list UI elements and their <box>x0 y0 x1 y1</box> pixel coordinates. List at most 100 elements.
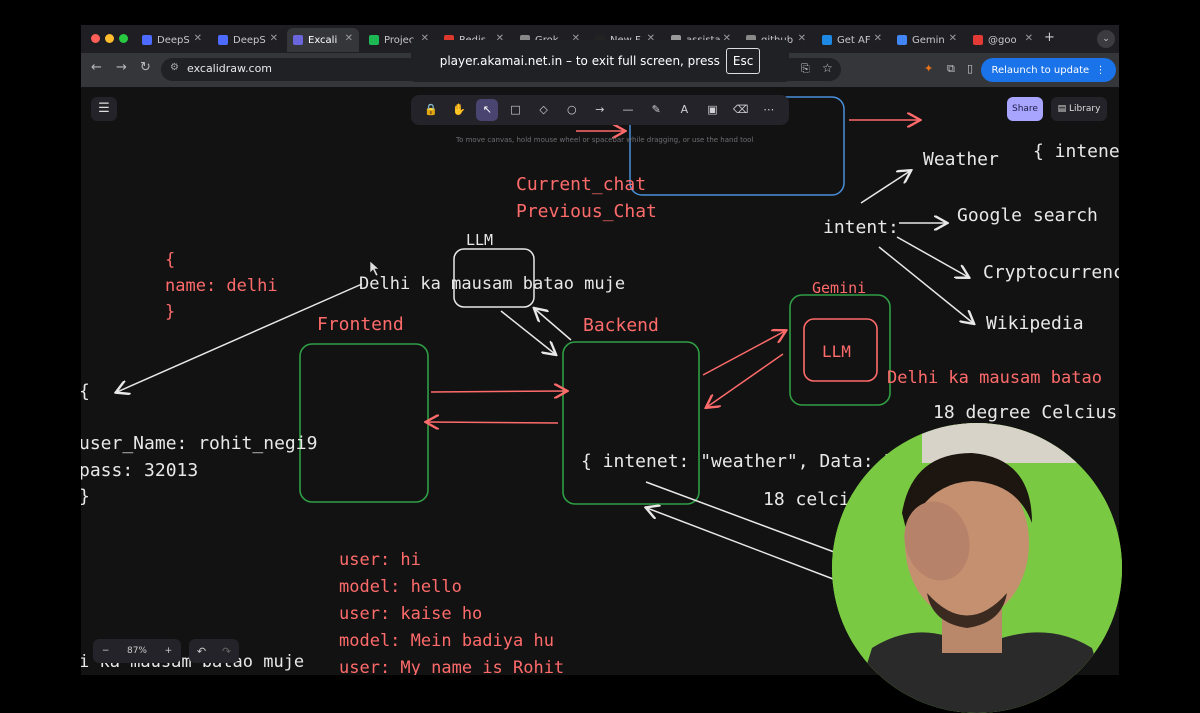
share-button[interactable]: Share <box>1007 97 1043 121</box>
browser-tab[interactable]: DeepS ✕ <box>136 28 208 52</box>
login-open-brace[interactable]: { <box>81 381 90 402</box>
shapes-icon[interactable]: ⋯ <box>758 99 780 121</box>
intent-wiki-text[interactable]: Wikipedia <box>986 313 1084 334</box>
undo-icon[interactable]: ↶ <box>197 645 206 658</box>
library-button[interactable]: ▤ Library <box>1051 97 1107 121</box>
reload-icon[interactable]: ↻ <box>140 60 151 75</box>
gemini-llm-label[interactable]: LLM <box>822 342 851 361</box>
chat-line[interactable]: user: kaise ho <box>339 604 482 624</box>
redo-icon[interactable]: ↷ <box>222 645 231 658</box>
new-tab-button[interactable]: + <box>1044 30 1055 45</box>
tab-favicon-icon <box>218 35 228 45</box>
select-icon[interactable]: ↖ <box>476 99 499 121</box>
rectangle-icon[interactable]: □ <box>504 99 526 121</box>
bookmark-star-icon[interactable]: ☆ <box>822 61 833 75</box>
intent-label[interactable]: intent: <box>823 217 899 238</box>
minimize-window-button[interactable] <box>105 34 114 43</box>
arrow-icon[interactable]: → <box>589 99 611 121</box>
tab-close-icon[interactable]: ✕ <box>874 33 882 44</box>
llm-top-label[interactable]: LLM <box>466 231 493 249</box>
chat-line[interactable]: model: Mein badiya hu <box>339 631 554 651</box>
tab-close-icon[interactable]: ✕ <box>194 33 202 44</box>
arrow-msg-to-json[interactable] <box>117 283 363 392</box>
current-chat-label[interactable]: Current_chat <box>516 174 646 195</box>
tab-label: Get AF <box>837 34 871 46</box>
gemini-label[interactable]: Gemini <box>812 279 866 297</box>
tab-close-icon[interactable]: ✕ <box>1025 33 1033 44</box>
pencil-icon[interactable]: ✎ <box>645 99 667 121</box>
chat-line[interactable]: model: hello <box>339 577 462 597</box>
arrow-llm-to-backend[interactable] <box>500 310 555 354</box>
arrow-gemini-to-backend[interactable] <box>707 353 784 407</box>
browser-tab[interactable]: Excali ✕ <box>287 28 359 52</box>
browser-tab[interactable]: @goo ✕ <box>967 28 1039 52</box>
share-page-icon[interactable]: ⎘ <box>801 62 810 76</box>
close-window-button[interactable] <box>91 34 100 43</box>
tab-close-icon[interactable]: ✕ <box>949 33 957 44</box>
canvas-hint: To move canvas, hold mouse wheel or spac… <box>456 136 754 144</box>
temperature-reply-text[interactable]: 18 degree Celcius <box>933 402 1117 423</box>
json-open-brace[interactable]: { <box>165 250 175 270</box>
intent-crypto-text[interactable]: Cryptocurrenc <box>983 262 1119 283</box>
backend-json-text[interactable]: { intenet: "weather", Data: D <box>581 451 895 472</box>
image-icon[interactable]: ▣ <box>701 99 723 121</box>
line-icon[interactable]: — <box>617 99 639 121</box>
arrow-frontend-to-backend[interactable] <box>430 391 566 392</box>
diamond-icon[interactable]: ◇ <box>533 99 555 121</box>
main-menu-icon[interactable]: ☰ <box>91 97 117 121</box>
relaunch-button[interactable]: Relaunch to update ⋮ <box>981 58 1116 82</box>
tab-label: Excali <box>308 34 338 46</box>
maximize-window-button[interactable] <box>119 34 128 43</box>
frontend-box[interactable] <box>299 343 429 503</box>
tab-favicon-icon <box>973 35 983 45</box>
tab-search-icon[interactable]: ⌄ <box>1097 30 1115 48</box>
gemini-query-text[interactable]: Delhi ka mausam batao <box>887 368 1102 388</box>
tab-close-icon[interactable]: ✕ <box>345 33 353 44</box>
arrow-backend-to-gemini[interactable] <box>702 331 785 376</box>
sidebar-icon[interactable]: ▯ <box>967 62 973 75</box>
lock-icon[interactable]: 🔒 <box>420 99 442 121</box>
eraser-icon[interactable]: ⌫ <box>730 99 752 121</box>
intent-weather-text[interactable]: Weather <box>923 149 999 170</box>
json-name-line[interactable]: name: delhi <box>165 276 278 296</box>
intent-google-text[interactable]: Google search <box>957 205 1098 226</box>
login-user-line[interactable]: user_Name: rohit_negi9 <box>81 433 317 454</box>
zoom-in-button[interactable]: + <box>165 646 173 656</box>
chat-line[interactable]: user: hi <box>339 550 421 570</box>
browser-tab[interactable]: Get AF ✕ <box>816 28 888 52</box>
login-close-brace[interactable]: } <box>81 486 90 507</box>
login-pass-line[interactable]: pass: 32013 <box>81 460 198 481</box>
previous-chat-label[interactable]: Previous_Chat <box>516 201 657 222</box>
presenter-video <box>832 423 1122 713</box>
zoom-level[interactable]: 87% <box>127 646 147 656</box>
extension-icon[interactable]: ✦ <box>924 62 933 75</box>
arrow-intent-wiki[interactable] <box>878 246 973 323</box>
browser-tab[interactable]: DeepS ✕ <box>212 28 284 52</box>
ellipse-icon[interactable]: ○ <box>561 99 583 121</box>
hand-icon[interactable]: ✋ <box>448 99 470 121</box>
arrow-backend-to-frontend[interactable] <box>427 422 559 423</box>
esc-key: Esc <box>725 48 761 74</box>
arrow-backend-to-llm[interactable] <box>535 309 572 341</box>
arrow-intent-weather[interactable] <box>860 171 910 204</box>
tab-close-icon[interactable]: ✕ <box>270 33 278 44</box>
backend-box[interactable] <box>562 341 700 505</box>
tab-favicon-icon <box>897 35 907 45</box>
tab-close-icon[interactable]: ✕ <box>798 33 806 44</box>
intenet-brace-text[interactable]: { intenet <box>1033 141 1119 162</box>
user-message-text[interactable]: Delhi ka mausam batao muje <box>359 274 625 294</box>
frontend-label[interactable]: Frontend <box>317 314 404 335</box>
back-icon[interactable]: ← <box>91 60 102 75</box>
json-close-brace[interactable]: } <box>165 302 175 322</box>
zoom-out-button[interactable]: − <box>102 646 110 656</box>
browser-tab[interactable]: Gemin ✕ <box>891 28 963 52</box>
excalidraw-toolbar: 🔒 ✋ ↖ □ ◇ ○ → — ✎ A ▣ ⌫ ⋯ <box>411 95 789 125</box>
forward-icon[interactable]: → <box>116 60 127 75</box>
tab-label: Projec <box>384 34 415 46</box>
extensions-puzzle-icon[interactable]: ⧉ <box>947 62 955 76</box>
backend-label[interactable]: Backend <box>583 315 659 336</box>
text-icon[interactable]: A <box>673 99 695 121</box>
zoom-controls: − 87% + <box>93 639 181 663</box>
site-info-icon[interactable]: ⚙ <box>170 62 179 73</box>
chat-line[interactable]: user: My name is Rohit <box>339 658 564 675</box>
